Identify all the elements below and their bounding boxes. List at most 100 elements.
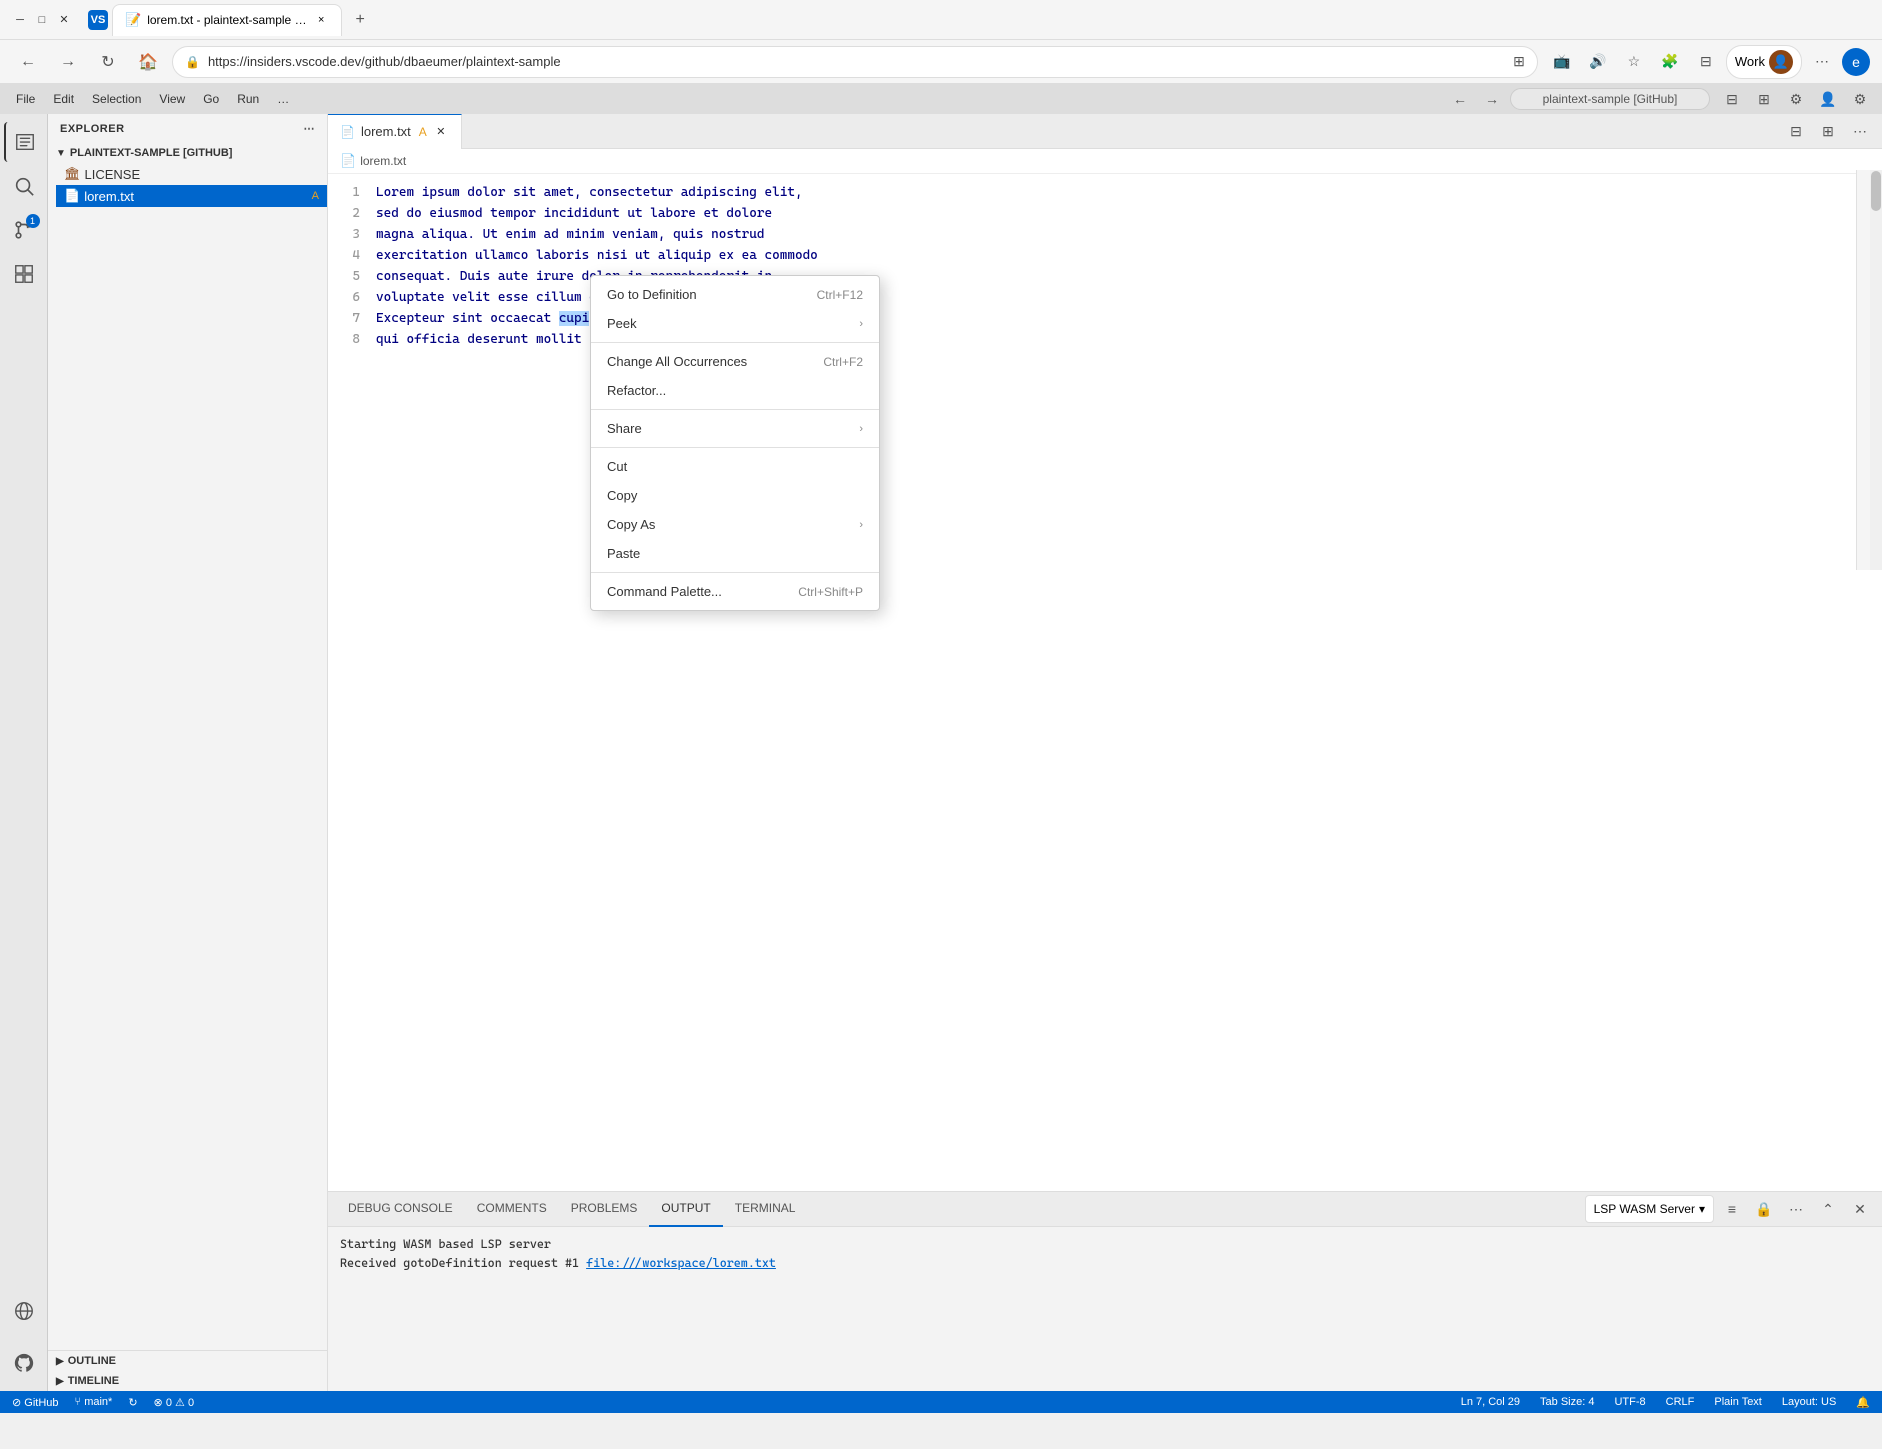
server-select[interactable]: LSP WASM Server ▾	[1585, 1195, 1714, 1223]
ctx-cut[interactable]: Cut	[591, 452, 879, 481]
lock-output-button[interactable]: 🔒	[1750, 1195, 1778, 1223]
tab-close-icon[interactable]: ✕	[433, 124, 449, 140]
address-bar[interactable]: 🔒 https://insiders.vscode.dev/github/dba…	[172, 46, 1538, 78]
panel-tab-comments[interactable]: COMMENTS	[465, 1192, 559, 1227]
timeline-header[interactable]: ▶ TIMELINE	[48, 1371, 327, 1391]
browser-more-button[interactable]: ⋯	[1806, 46, 1838, 78]
browser-tab-active[interactable]: 📝 lorem.txt - plaintext-sample [Git... ×	[112, 4, 342, 36]
settings-button[interactable]: ⚙	[1846, 85, 1874, 113]
file-item-lorem[interactable]: 📄 lorem.txt A	[56, 185, 327, 207]
ctx-command-palette[interactable]: Command Palette... Ctrl+Shift+P	[591, 577, 879, 606]
sidebar-more-button[interactable]: ⋯	[304, 122, 316, 135]
ctx-copy-as-label: Copy As	[607, 517, 655, 532]
panel-layout-button[interactable]: ⊞	[1750, 85, 1778, 113]
layout-button[interactable]: ⊟	[1718, 85, 1746, 113]
outline-header[interactable]: ▶ OUTLINE	[48, 1351, 327, 1371]
minimize-button[interactable]: ─	[12, 12, 28, 28]
maximize-button[interactable]: □	[34, 12, 50, 28]
read-aloud-button[interactable]: 🔊	[1582, 46, 1614, 78]
clear-output-button[interactable]: ≡	[1718, 1195, 1746, 1223]
panel-content: Starting WASM based LSP server Received …	[328, 1227, 1882, 1391]
account-button[interactable]: 👤	[1814, 85, 1842, 113]
scrollbar-thumb[interactable]	[1871, 174, 1881, 211]
toggle-panel-button[interactable]: ⊟	[1782, 117, 1810, 145]
ctx-copy[interactable]: Copy	[591, 481, 879, 510]
split-editor-button[interactable]: ⊞	[1814, 117, 1842, 145]
panel-tab-output[interactable]: OUTPUT	[649, 1192, 722, 1227]
cast-button[interactable]: 📺	[1546, 46, 1578, 78]
activity-remote-button[interactable]	[4, 1291, 44, 1331]
panel-tab-debug[interactable]: DEBUG CONSOLE	[336, 1192, 465, 1227]
status-errors-button[interactable]: ⊗ 0 ⚠ 0	[150, 1396, 199, 1409]
ctx-share[interactable]: Share ›	[591, 414, 879, 443]
new-tab-button[interactable]: +	[346, 6, 374, 34]
vscode-nav-back[interactable]: ←	[1446, 85, 1474, 113]
ctx-refactor[interactable]: Refactor...	[591, 376, 879, 405]
ctx-go-to-definition[interactable]: Go to Definition Ctrl+F12	[591, 280, 879, 309]
editor-tab-lorem[interactable]: 📄 lorem.txt A ✕	[328, 114, 462, 149]
menu-view[interactable]: View	[151, 88, 193, 110]
menu-selection[interactable]: Selection	[84, 88, 149, 110]
file-item-license[interactable]: 🏛 LICENSE	[56, 163, 327, 185]
activity-extensions-button[interactable]	[4, 254, 44, 294]
context-menu: Go to Definition Ctrl+F12 Peek › Change …	[590, 275, 880, 611]
sidebar-title: Explorer	[60, 123, 125, 135]
status-github-button[interactable]: ⊘ GitHub	[8, 1396, 63, 1409]
activity-source-control-button[interactable]: 1	[4, 210, 44, 250]
ctx-peek[interactable]: Peek ›	[591, 309, 879, 338]
ctx-paste-label: Paste	[607, 546, 640, 561]
output-link[interactable]: file:///workspace/lorem.txt	[586, 1256, 776, 1270]
sidebar: Explorer ⋯ ▼ PLAINTEXT-SAMPLE [GITHUB] 🏛…	[48, 114, 328, 1391]
status-notifications-button[interactable]: 🔔	[1852, 1396, 1874, 1409]
panel-close-button[interactable]: ✕	[1846, 1195, 1874, 1223]
ctx-paste[interactable]: Paste	[591, 539, 879, 568]
ctx-separator-1	[591, 342, 879, 343]
browser-nav: ← → ↻ 🏠 🔒 https://insiders.vscode.dev/gi…	[0, 40, 1882, 84]
timeline-label: TIMELINE	[68, 1375, 119, 1387]
section-label: PLAINTEXT-SAMPLE [GITHUB]	[70, 147, 233, 159]
scrollbar-track[interactable]	[1870, 174, 1882, 570]
menu-go[interactable]: Go	[195, 88, 227, 110]
ctx-copy-as[interactable]: Copy As ›	[591, 510, 879, 539]
tab-close-button[interactable]: ×	[313, 12, 329, 28]
panel-more-button[interactable]: ⋯	[1782, 1195, 1810, 1223]
status-layout[interactable]: Layout: US	[1778, 1396, 1840, 1408]
back-button[interactable]: ←	[12, 46, 44, 78]
browser-extensions-button[interactable]: 🧩	[1654, 46, 1686, 78]
menu-more[interactable]: …	[269, 88, 297, 110]
status-ln-col[interactable]: Ln 7, Col 29	[1457, 1396, 1524, 1408]
forward-button[interactable]: →	[52, 46, 84, 78]
command-center[interactable]: plaintext-sample [GitHub]	[1510, 88, 1710, 110]
editor-content[interactable]: 1 2 3 4 5 6 7 8 Lorem ipsum dolor sit am…	[328, 174, 1882, 1191]
status-language[interactable]: Plain Text	[1710, 1396, 1766, 1408]
panel-tab-terminal[interactable]: TERMINAL	[723, 1192, 808, 1227]
split-view-button[interactable]: ⊟	[1690, 46, 1722, 78]
refresh-button[interactable]: ↻	[92, 46, 124, 78]
section-header[interactable]: ▼ PLAINTEXT-SAMPLE [GITHUB]	[48, 143, 327, 163]
ctx-refactor-label: Refactor...	[607, 383, 666, 398]
activity-github-button[interactable]	[4, 1343, 44, 1383]
menu-run[interactable]: Run	[229, 88, 267, 110]
panel-tab-problems[interactable]: PROBLEMS	[559, 1192, 650, 1227]
activity-explorer-button[interactable]	[4, 122, 44, 162]
status-branch-button[interactable]: ⑂ main*	[71, 1396, 117, 1408]
activity-search-button[interactable]	[4, 166, 44, 206]
breadcrumb-filename: lorem.txt	[360, 154, 406, 168]
home-button[interactable]: 🏠	[132, 46, 164, 78]
vscode-nav-forward[interactable]: →	[1478, 85, 1506, 113]
ctx-change-all-occurrences[interactable]: Change All Occurrences Ctrl+F2	[591, 347, 879, 376]
status-encoding[interactable]: UTF-8	[1610, 1396, 1649, 1408]
panel-maximize-button[interactable]: ⌃	[1814, 1195, 1842, 1223]
profile-button[interactable]: Work 👤	[1726, 45, 1802, 79]
customize-layout-button[interactable]: ⚙	[1782, 85, 1810, 113]
favorites-button[interactable]: ☆	[1618, 46, 1650, 78]
status-tab-size[interactable]: Tab Size: 4	[1536, 1396, 1598, 1408]
status-line-ending[interactable]: CRLF	[1662, 1396, 1699, 1408]
editor-more-button[interactable]: ⋯	[1846, 117, 1874, 145]
code-line-2: sed do eiusmod tempor incididunt ut labo…	[376, 203, 1882, 224]
menu-file[interactable]: File	[8, 88, 43, 110]
close-button[interactable]: ✕	[56, 12, 72, 28]
status-sync-button[interactable]: ↻	[124, 1396, 141, 1409]
menu-edit[interactable]: Edit	[45, 88, 82, 110]
file-name-license: LICENSE	[85, 167, 141, 182]
